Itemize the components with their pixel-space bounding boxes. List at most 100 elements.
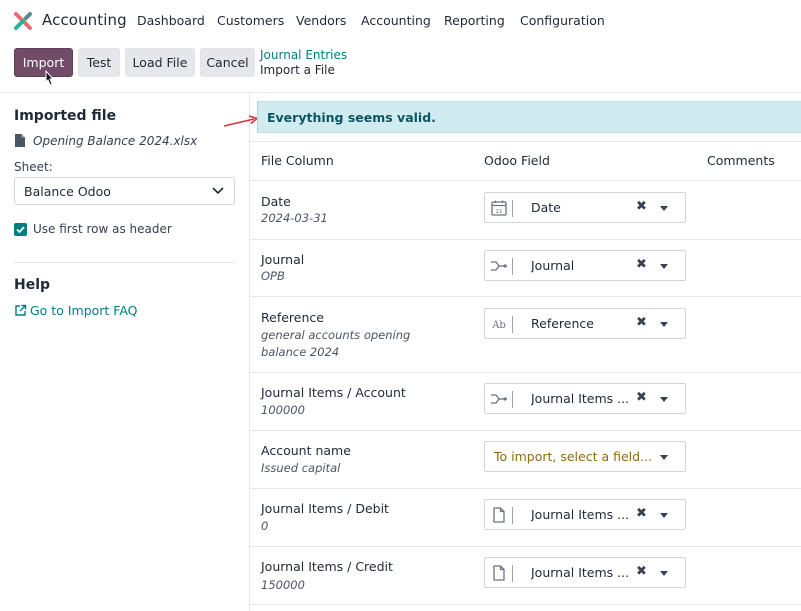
file-column-name: Journal Items / Account	[261, 385, 406, 400]
control-panel-divider	[0, 92, 801, 93]
validation-banner: Everything seems valid.	[257, 101, 801, 133]
row-divider	[250, 430, 801, 431]
row-divider	[250, 180, 801, 181]
odoo-field-select[interactable]: Journal Items ... ✖	[484, 383, 686, 414]
sidebar-separator	[14, 262, 235, 263]
file-column-name: Date	[261, 194, 291, 209]
cancel-button[interactable]: Cancel	[200, 48, 255, 77]
clear-field-icon[interactable]: ✖	[636, 506, 647, 521]
clear-field-icon[interactable]: ✖	[636, 199, 647, 214]
odoo-field-value: Journal	[531, 258, 575, 273]
top-navbar: Accounting Dashboard Customers Vendors A…	[0, 0, 801, 42]
svg-text:21: 21	[496, 209, 503, 215]
relation-icon	[491, 261, 507, 271]
menu-vendors[interactable]: Vendors	[296, 13, 346, 28]
calendar-icon: 21	[491, 200, 507, 216]
odoo-field-select[interactable]: Journal ✖	[484, 250, 686, 281]
sidebar-divider	[249, 92, 250, 611]
app-name[interactable]: Accounting	[42, 11, 127, 29]
annotation-arrow-icon	[223, 115, 259, 127]
odoo-field-value: Journal Items ...	[531, 391, 630, 406]
menu-customers[interactable]: Customers	[217, 13, 284, 28]
header-comments: Comments	[707, 153, 775, 168]
caret-down-icon[interactable]	[660, 322, 668, 327]
file-column-sample: OPB	[261, 269, 285, 283]
import-faq-link[interactable]: Go to Import FAQ	[14, 303, 138, 318]
file-icon	[15, 134, 25, 147]
header-file-column: File Column	[261, 153, 334, 168]
odoo-field-select[interactable]: 21 Date ✖	[484, 192, 686, 223]
app-logo-icon[interactable]	[13, 11, 33, 31]
file-column-name: Journal	[261, 252, 305, 267]
check-icon	[16, 226, 25, 234]
row-divider	[250, 239, 801, 240]
caret-down-icon[interactable]	[660, 264, 668, 269]
mouse-cursor-icon	[45, 70, 55, 86]
menu-dashboard[interactable]: Dashboard	[137, 13, 205, 28]
sheet-label: Sheet:	[14, 160, 53, 174]
menu-reporting[interactable]: Reporting	[444, 13, 505, 28]
imported-file-heading: Imported file	[14, 108, 117, 124]
breadcrumb-current: Import a File	[260, 63, 335, 77]
breadcrumb-journal-entries[interactable]: Journal Entries	[260, 48, 347, 62]
field-separator	[512, 507, 513, 524]
document-icon	[493, 565, 505, 581]
menu-configuration[interactable]: Configuration	[520, 13, 605, 28]
clear-field-icon[interactable]: ✖	[636, 564, 647, 579]
clear-field-icon[interactable]: ✖	[636, 257, 647, 272]
caret-down-icon[interactable]	[660, 513, 668, 518]
field-separator	[512, 258, 513, 275]
validation-message: Everything seems valid.	[267, 110, 436, 125]
odoo-field-value: Reference	[531, 316, 594, 331]
clear-field-icon[interactable]: ✖	[636, 390, 647, 405]
header-odoo-field: Odoo Field	[484, 153, 550, 168]
row-divider	[250, 604, 801, 605]
file-column-sample: 100000	[261, 403, 305, 417]
select-field-placeholder: To import, select a field...	[494, 449, 652, 464]
relation-icon	[491, 394, 507, 404]
test-button[interactable]: Test	[78, 48, 120, 77]
field-separator	[512, 200, 513, 217]
first-row-header-label[interactable]: Use first row as header	[33, 222, 172, 236]
odoo-field-select[interactable]: Journal Items ... ✖	[484, 557, 686, 588]
sheet-select[interactable]: Balance Odoo	[14, 177, 235, 205]
row-divider	[250, 488, 801, 489]
sheet-select-value: Balance Odoo	[24, 184, 111, 199]
odoo-field-select[interactable]: Journal Items ... ✖	[484, 499, 686, 530]
caret-down-icon[interactable]	[660, 455, 668, 460]
odoo-field-value: Journal Items ...	[531, 565, 630, 580]
odoo-field-value: Journal Items ...	[531, 507, 630, 522]
file-column-name: Journal Items / Credit	[261, 559, 393, 574]
import-faq-label[interactable]: Go to Import FAQ	[30, 303, 138, 318]
menu-accounting[interactable]: Accounting	[361, 13, 431, 28]
help-heading: Help	[14, 277, 51, 293]
field-separator	[512, 316, 513, 333]
file-column-name: Journal Items / Debit	[261, 501, 389, 516]
clear-field-icon[interactable]: ✖	[636, 315, 647, 330]
chevron-down-icon	[212, 187, 224, 195]
caret-down-icon[interactable]	[660, 397, 668, 402]
load-file-button[interactable]: Load File	[125, 48, 195, 77]
row-divider	[250, 546, 801, 547]
field-separator	[512, 391, 513, 408]
file-column-sample: 0	[261, 519, 269, 533]
svg-text:Ab: Ab	[491, 320, 506, 331]
text-field-icon: Ab	[491, 320, 506, 331]
file-column-sample: 2024-03-31	[261, 211, 328, 225]
file-column-sample: general accounts opening balance 2024	[261, 328, 411, 359]
external-link-icon	[15, 304, 27, 316]
odoo-field-select[interactable]: Ab Reference ✖	[484, 308, 686, 339]
first-row-header-checkbox[interactable]	[14, 223, 27, 236]
caret-down-icon[interactable]	[660, 571, 668, 576]
caret-down-icon[interactable]	[660, 206, 668, 211]
odoo-field-value: Date	[531, 200, 561, 215]
file-column-sample: 150000	[261, 578, 305, 592]
field-separator	[512, 565, 513, 582]
document-icon	[493, 507, 505, 523]
file-column-sample: Issued capital	[261, 461, 341, 475]
odoo-field-select[interactable]: To import, select a field...	[484, 441, 686, 472]
file-column-name: Reference	[261, 310, 324, 325]
table-top-border	[250, 141, 801, 142]
imported-file-name: Opening Balance 2024.xlsx	[33, 134, 198, 148]
row-divider	[250, 296, 801, 297]
